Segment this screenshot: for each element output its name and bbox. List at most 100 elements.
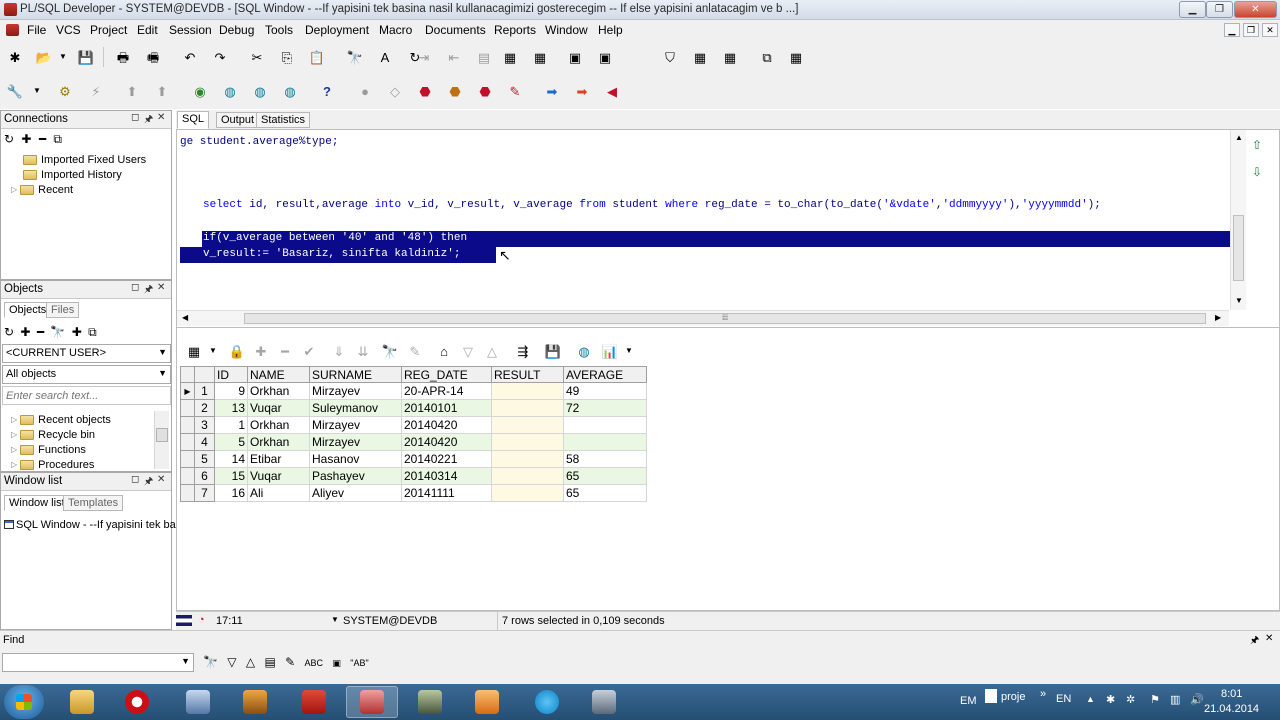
table-row[interactable]: 2 13 Vuqar Suleymanov 20140101 72 [180, 399, 647, 417]
debug-run-icon[interactable]: ◇ [385, 81, 405, 101]
refresh-icon[interactable]: ↻ [4, 325, 14, 339]
help-icon[interactable]: ? [317, 81, 337, 101]
scroll-thumb[interactable]: ⁞⁞⁞ [244, 313, 1206, 324]
expand-icon[interactable]: ▷ [11, 460, 17, 469]
explain-plan-icon[interactable]: ◍ [250, 81, 270, 101]
tab-files[interactable]: Files [46, 302, 80, 318]
find-input[interactable]: ▼ [2, 653, 194, 672]
forward-arrow-icon[interactable]: ➡ [542, 81, 562, 101]
clear-record-icon[interactable]: ✎ [405, 341, 425, 361]
next-page-icon[interactable]: ▽ [458, 341, 478, 361]
menu-macro[interactable]: Macro [379, 23, 412, 37]
fetch-next-icon[interactable]: ⇓ [329, 341, 349, 361]
cell-average[interactable]: 49 [563, 382, 647, 400]
window-list-item[interactable]: SQL Window - --If yapisini tek basi [4, 517, 184, 532]
menu-documents[interactable]: Documents [425, 23, 486, 37]
column-header-average[interactable]: AVERAGE [563, 366, 647, 383]
panel-pin-icon[interactable]: 🖈 [144, 474, 153, 491]
next-arrow-icon[interactable]: ➡ [572, 81, 592, 101]
tray-language-em[interactable]: EM [960, 695, 977, 707]
cell-id[interactable]: 9 [214, 382, 248, 400]
taskbar-virtualbox[interactable] [172, 686, 224, 718]
expand-icon[interactable]: ▷ [11, 430, 17, 439]
highlight-all-icon[interactable]: ▤ [264, 655, 275, 669]
cell-name[interactable]: Orkhan [247, 433, 310, 451]
clear-highlight-icon[interactable]: ✎ [285, 655, 295, 669]
save-results-icon[interactable]: 💾 [543, 341, 563, 361]
rollback-icon[interactable]: ⬆ [152, 81, 172, 101]
scroll-left-icon[interactable]: ◀ [182, 313, 188, 322]
cell-result[interactable] [491, 450, 564, 468]
cell-surname[interactable]: Mirzayev [309, 416, 402, 434]
commit-icon[interactable]: ⬆ [122, 81, 142, 101]
connection-tree-icon[interactable]: ⧉ [53, 132, 62, 146]
cell-name[interactable]: Ali [247, 484, 310, 502]
mdi-document-icon[interactable] [6, 24, 19, 36]
menu-vcs[interactable]: VCS [56, 23, 81, 37]
tab-window-list[interactable]: Window list [4, 495, 70, 511]
scroll-thumb[interactable] [1233, 215, 1244, 281]
wrench-dropdown-icon[interactable]: ▼ [27, 81, 47, 101]
objects-scrollbar[interactable] [154, 411, 169, 469]
menu-help[interactable]: Help [598, 23, 623, 37]
cell-id[interactable]: 16 [214, 484, 248, 502]
current-user-combo[interactable]: <CURRENT USER> ▼ [2, 344, 171, 363]
expand-icon[interactable]: ▷ [11, 445, 17, 454]
print-icon[interactable]: 🖶 [113, 47, 133, 67]
regex-icon[interactable]: "AB" [350, 658, 368, 668]
menu-edit[interactable]: Edit [137, 23, 158, 37]
tab-output[interactable]: Output [216, 112, 260, 128]
table-row[interactable]: 3 1 Orkhan Mirzayev 20140420 [180, 416, 647, 434]
panel-close-icon[interactable]: ✕ [157, 474, 165, 485]
describe-icon[interactable]: ◍ [280, 81, 300, 101]
cell-surname[interactable]: Mirzayev [309, 382, 402, 400]
cut-icon[interactable]: ✂ [247, 47, 267, 67]
find-pin-icon[interactable]: 🖈 [1250, 633, 1259, 650]
table-row[interactable]: 6 15 Vuqar Pashayev 20140314 65 [180, 467, 647, 485]
compile-icon[interactable]: ◉ [190, 81, 210, 101]
cell-reg-date[interactable]: 20-APR-14 [401, 382, 492, 400]
tray-settings-icon[interactable]: ✲ [1126, 693, 1135, 706]
tree-item-imported-history[interactable]: Imported History [23, 167, 122, 182]
cell-surname[interactable]: Hasanov [309, 450, 402, 468]
cell-average[interactable] [563, 416, 647, 434]
taskbar-app[interactable] [404, 686, 456, 718]
tree-item-functions[interactable]: ▷ Functions [11, 442, 86, 457]
tab-objects[interactable]: Objects [4, 302, 52, 318]
scroll-up-icon[interactable]: ▲ [1235, 133, 1243, 142]
cell-result[interactable] [491, 467, 564, 485]
column-header-result[interactable]: RESULT [491, 366, 564, 383]
taskbar-skype[interactable] [521, 686, 573, 718]
chart-icon[interactable]: 📊 [600, 341, 620, 361]
grid-select-icon[interactable]: ▦ [184, 341, 204, 361]
cell-surname[interactable]: Pashayev [309, 467, 402, 485]
cell-reg-date[interactable]: 20140314 [401, 467, 492, 485]
column-header-reg-date[interactable]: REG_DATE [401, 366, 492, 383]
editor-horizontal-scrollbar[interactable]: ◀ ⁞⁞⁞ ▶ [177, 310, 1229, 326]
tree-item-recent[interactable]: ▷ Recent [11, 182, 73, 197]
post-changes-icon[interactable]: ✔ [299, 341, 319, 361]
scroll-right-icon[interactable]: ▶ [1215, 313, 1221, 322]
taskbar-network-tool[interactable] [578, 686, 630, 718]
debug-start-icon[interactable]: ● [355, 81, 375, 101]
run-to-exception-icon[interactable]: ✎ [505, 81, 525, 101]
add-icon[interactable]: ✚ [20, 325, 30, 339]
cell-result[interactable] [491, 416, 564, 434]
menu-file[interactable]: File [27, 23, 46, 37]
cell-reg-date[interactable]: 20141111 [401, 484, 492, 502]
start-button[interactable] [4, 685, 44, 719]
step-over-icon[interactable]: ⬣ [445, 81, 465, 101]
panel-pin-icon[interactable]: 🖈 [144, 112, 153, 129]
remove-icon[interactable]: ━ [39, 132, 46, 146]
tab-sql[interactable]: SQL [177, 111, 210, 129]
nav-up-icon[interactable]: ⇧ [1252, 138, 1262, 152]
tree-item-imported-fixed-users[interactable]: Imported Fixed Users [23, 152, 146, 167]
copy-icon[interactable]: ⎘ [277, 47, 297, 67]
chevron-down-icon[interactable]: ▼ [331, 615, 339, 624]
cell-average[interactable]: 58 [563, 450, 647, 468]
find-next-icon[interactable]: ▽ [227, 655, 236, 669]
step-out-icon[interactable]: ⬣ [475, 81, 495, 101]
tray-task-label[interactable]: proje [1001, 691, 1025, 703]
undo-icon[interactable]: ↶ [180, 47, 200, 67]
find-icon[interactable]: 🔭 [345, 47, 365, 67]
